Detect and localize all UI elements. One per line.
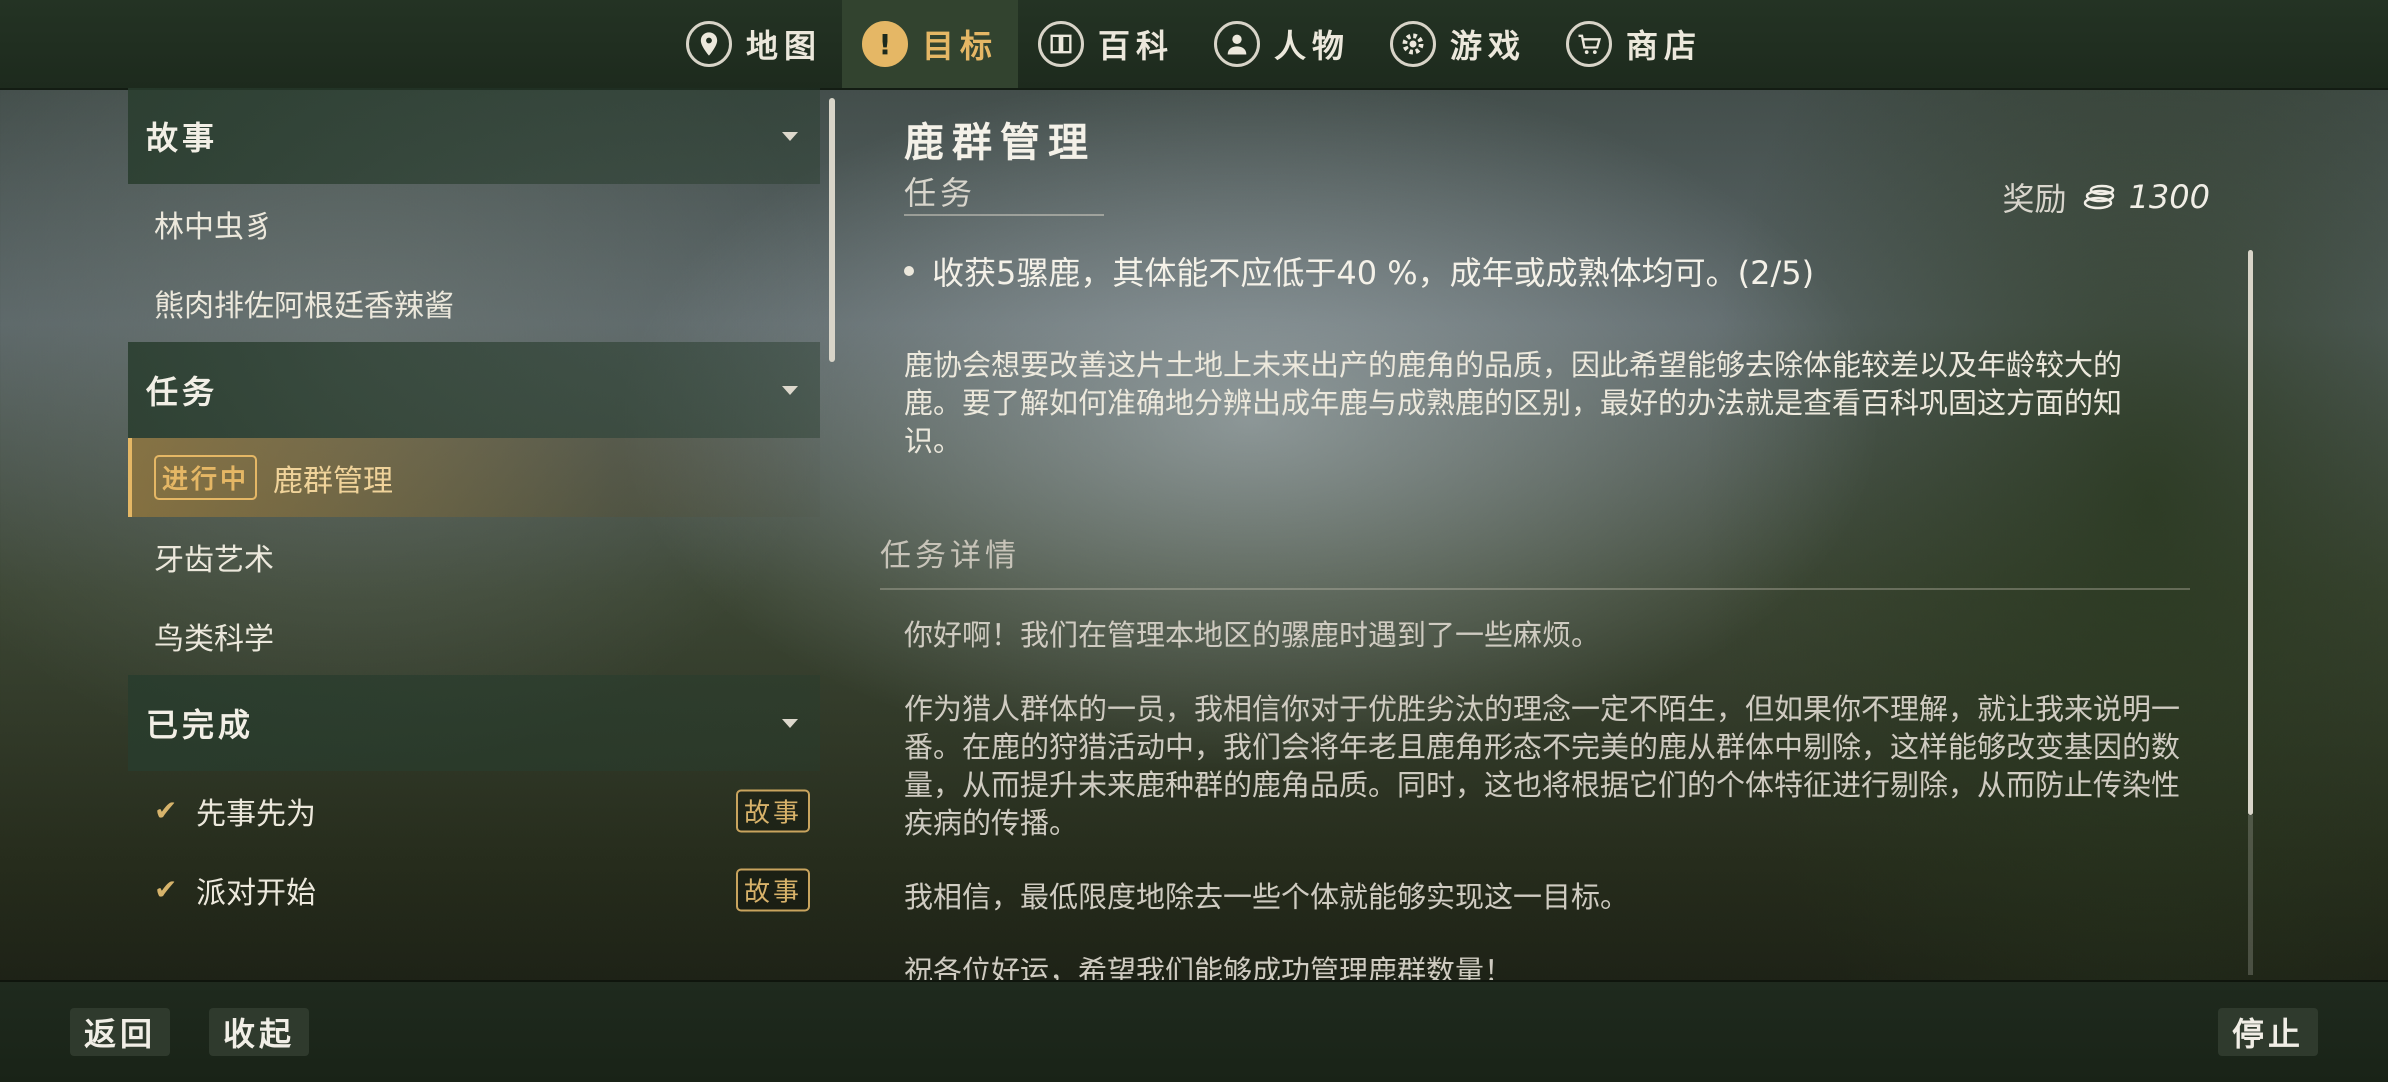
section-title: 已完成 [146,706,255,744]
item-label: 牙齿艺术 [154,542,274,578]
paragraph: 作为猎人群体的一员，我相信你对于优胜劣汰的理念一定不陌生，但如果你不理解，就让我… [904,692,2181,840]
book-icon [1037,21,1084,67]
status-badge: 进行中 [154,455,258,500]
objective-item: 收获5骡鹿，其体能不应低于40 %，成年或成熟体均可。(2/5) [904,248,1814,294]
list-item[interactable]: 熊肉排佐阿根廷香辣酱 [128,263,820,342]
back-button[interactable]: 返回 [70,1008,171,1056]
category-tag: 故事 [735,868,810,911]
divider [880,588,2190,590]
list-item[interactable]: ✔ 派对开始 故事 [128,850,820,929]
tab-objectives[interactable]: ! 目标 [841,0,1018,88]
item-label: 先事先为 [196,796,316,832]
check-icon: ✔ [154,873,178,906]
exclamation-icon: ! [861,21,908,67]
tab-shop[interactable]: 商店 [1546,0,1722,88]
chevron-down-icon [782,718,798,728]
reward: 奖励 1300 [2003,174,2210,220]
details-text: 你好啊！我们在管理本地区的骡鹿时遇到了一些麻烦。 作为猎人群体的一员，我相信你对… [904,616,2184,980]
collapse-button[interactable]: 收起 [209,1008,310,1056]
objectives-list: 故事 林中虫豸 熊肉排佐阿根廷香辣酱 任务 进行中 鹿群管理 牙齿艺术 鸟类科学… [128,88,820,980]
detail-scrollbar-track[interactable] [2248,815,2253,975]
list-item[interactable]: 牙齿艺术 [128,517,820,596]
section-title: 任务 [146,373,219,411]
details-header: 任务详情 [880,538,1020,574]
objective-text: 收获5骡鹿，其体能不应低于40 %，成年或成熟体均可。(2/5) [932,254,1815,292]
tab-label: 目标 [921,27,998,65]
tab-game[interactable]: 游戏 [1370,0,1546,88]
objective-detail-panel: 鹿群管理 任务 奖励 1300 收获5骡鹿，其体能不应低于40 %，成年或成熟体… [850,88,2270,980]
paragraph: 你好啊！我们在管理本地区的骡鹿时遇到了一些麻烦。 [904,618,1601,652]
list-item[interactable]: 鸟类科学 [128,596,820,675]
detail-scrollbar[interactable] [2248,250,2253,815]
item-label: 熊肉排佐阿根廷香辣酱 [154,288,454,324]
tab-map[interactable]: 地图 [666,0,842,88]
list-scrollbar[interactable] [829,98,835,362]
check-icon: ✔ [154,794,178,827]
list-item[interactable]: 林中虫豸 [128,184,820,263]
map-pin-icon [685,21,732,67]
paragraph: 我相信，最低限度地除去一些个体就能够实现这一目标。 [904,880,1630,914]
section-header-completed[interactable]: 已完成 [128,675,820,771]
gear-icon [1390,21,1437,67]
tab-label: 游戏 [1450,27,1527,65]
reward-label: 奖励 [2002,180,2067,218]
top-nav-bar: 地图 ! 目标 百科 人物 游戏 商店 [0,0,2388,90]
bullet-icon [904,266,914,276]
tab-label: 人物 [1274,27,1351,65]
list-item[interactable]: ✔ 先事先为 故事 [128,771,820,850]
tab-label: 百科 [1097,27,1174,65]
tab-characters[interactable]: 人物 [1194,0,1370,88]
bottom-bar: 返回 收起 停止 [0,980,2388,1082]
tab-encyclopedia[interactable]: 百科 [1018,0,1194,88]
item-label: 派对开始 [196,875,316,911]
person-icon [1214,21,1260,67]
item-label: 鹿群管理 [273,463,394,499]
item-label: 林中虫豸 [154,209,274,245]
cart-icon [1566,21,1613,67]
list-item-active[interactable]: 进行中 鹿群管理 [128,438,820,517]
category-tag: 故事 [735,789,810,832]
reward-amount: 1300 [2128,178,2210,216]
tab-label: 商店 [1626,27,1703,65]
page-title: 鹿群管理 [904,120,1096,166]
item-label: 鸟类科学 [154,621,274,657]
paragraph: 祝各位好运，希望我们能够成功管理鹿群数量！ [904,954,1514,980]
section-title: 故事 [146,119,219,157]
section-header-missions[interactable]: 任务 [128,342,820,438]
tab-label: 地图 [745,27,822,65]
divider [904,214,1104,216]
objective-description: 鹿协会想要改善这片土地上未来出产的鹿角的品质，因此希望能够去除体能较差以及年龄较… [904,348,2123,458]
stop-button[interactable]: 停止 [2217,1008,2318,1056]
objective-type: 任务 [904,174,977,212]
coins-icon [2083,184,2114,210]
section-header-story[interactable]: 故事 [128,88,820,184]
chevron-down-icon [782,131,798,141]
chevron-down-icon [782,385,798,395]
